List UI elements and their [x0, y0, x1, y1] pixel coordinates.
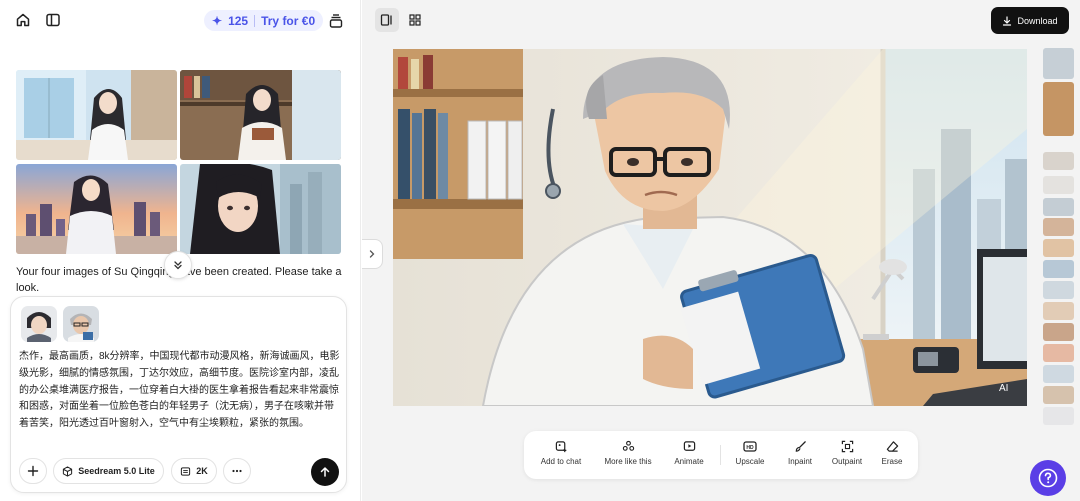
- help-button[interactable]: [1030, 460, 1066, 496]
- scroll-down-button[interactable]: [164, 251, 192, 279]
- generated-image-1[interactable]: [16, 70, 177, 160]
- history-thumb-11[interactable]: [1043, 323, 1074, 341]
- home-icon[interactable]: [11, 8, 35, 32]
- history-thumb-5[interactable]: [1043, 198, 1074, 216]
- try-for-free-link[interactable]: Try for €0: [261, 14, 315, 28]
- cube-icon: [63, 465, 73, 477]
- history-thumb-15[interactable]: [1043, 407, 1074, 425]
- more-like-this-button[interactable]: More like this: [598, 439, 658, 473]
- grid-view-icon: [409, 14, 421, 26]
- plus-icon: [27, 465, 39, 477]
- more-horizontal-icon: [232, 469, 242, 473]
- add-to-chat-button[interactable]: Add to chat: [536, 439, 586, 473]
- model-select-label: Seedream 5.0 Lite: [78, 466, 155, 476]
- credits-divider: [254, 14, 256, 27]
- history-thumb-2[interactable]: [1043, 82, 1074, 136]
- eraser-icon: [885, 439, 899, 453]
- expand-icon: [840, 439, 854, 453]
- image-actions-toolbar: Add to chat More like this Animate HD Up…: [524, 431, 918, 479]
- svg-text:HD: HD: [746, 445, 754, 451]
- history-thumb-6[interactable]: [1043, 218, 1074, 236]
- history-thumb-3[interactable]: [1043, 152, 1074, 170]
- upscale-label: Upscale: [735, 457, 765, 466]
- chat-header: ✦ 125 Try for €0: [0, 0, 361, 42]
- download-button[interactable]: Download: [991, 7, 1069, 34]
- question-icon: [1038, 468, 1058, 488]
- add-to-chat-label: Add to chat: [540, 457, 582, 466]
- ai-watermark: AI: [999, 383, 1008, 394]
- outpaint-button[interactable]: Outpaint: [826, 439, 868, 473]
- generated-image-2[interactable]: [180, 70, 341, 160]
- credits-count: 125: [228, 13, 249, 28]
- chevrons-down-icon: [174, 261, 182, 270]
- resolution-icon: [181, 466, 191, 476]
- image-viewer: Download AI Add to chat More like this A…: [362, 0, 1080, 501]
- animate-label: Animate: [674, 457, 704, 466]
- inpaint-button[interactable]: Inpaint: [780, 439, 820, 473]
- history-thumb-4[interactable]: [1043, 176, 1074, 194]
- sparkle-icon: [621, 439, 635, 453]
- grid-view-toggle[interactable]: [403, 8, 427, 32]
- prompt-text[interactable]: 杰作，最高画质，8k分辨率，中国现代都市动漫风格，新海诚画风，电影级光影，细腻的…: [19, 349, 341, 433]
- reference-image-2[interactable]: [63, 306, 99, 342]
- history-thumb-10[interactable]: [1043, 302, 1074, 320]
- add-attachment-button[interactable]: [19, 458, 47, 484]
- chat-panel: ✦ 125 Try for €0 Your four images of Su …: [0, 0, 361, 501]
- send-button[interactable]: [311, 458, 339, 486]
- resolution-select[interactable]: 2K: [171, 458, 217, 484]
- prompt-composer: 杰作，最高画质，8k分辨率，中国现代都市动漫风格，新海诚画风，电影级光影，细腻的…: [10, 296, 347, 493]
- play-icon: [682, 439, 696, 453]
- chevron-right-icon: [369, 250, 375, 258]
- reference-image-1[interactable]: [21, 306, 57, 342]
- outpaint-label: Outpaint: [831, 457, 863, 466]
- toolbar-divider: [720, 445, 721, 465]
- history-thumb-7[interactable]: [1043, 239, 1074, 257]
- more-like-this-label: More like this: [604, 457, 652, 466]
- sidebar-toggle-icon[interactable]: [41, 8, 65, 32]
- animate-button[interactable]: Animate: [668, 439, 710, 473]
- resolution-select-label: 2K: [196, 466, 208, 476]
- credits-badge[interactable]: ✦ 125 Try for €0: [204, 10, 324, 31]
- hd-icon: HD: [743, 439, 757, 453]
- expand-panel-button[interactable]: [362, 239, 383, 269]
- single-view-toggle[interactable]: [375, 8, 399, 32]
- brush-icon: [793, 439, 807, 453]
- generated-image-3[interactable]: [16, 164, 177, 254]
- history-thumb-14[interactable]: [1043, 386, 1074, 404]
- erase-label: Erase: [881, 457, 903, 466]
- model-select[interactable]: Seedream 5.0 Lite: [53, 458, 164, 484]
- image-history-strip: [1043, 48, 1074, 428]
- inpaint-label: Inpaint: [787, 457, 813, 466]
- more-options-button[interactable]: [223, 458, 251, 484]
- history-thumb-12[interactable]: [1043, 344, 1074, 362]
- history-thumb-9[interactable]: [1043, 281, 1074, 299]
- sparkle-icon: ✦: [212, 13, 223, 28]
- history-thumb-8[interactable]: [1043, 260, 1074, 278]
- arrow-up-icon: [320, 467, 330, 477]
- generated-images-grid: [16, 70, 341, 254]
- history-thumb-13[interactable]: [1043, 365, 1074, 383]
- download-icon: [1003, 15, 1012, 26]
- main-generated-image[interactable]: AI: [393, 49, 1027, 406]
- history-thumb-1[interactable]: [1043, 48, 1074, 79]
- add-image-icon: [554, 439, 568, 453]
- single-view-icon: [380, 14, 392, 26]
- upscale-button[interactable]: HD Upscale: [730, 439, 770, 473]
- erase-button[interactable]: Erase: [874, 439, 910, 473]
- download-label: Download: [1017, 15, 1058, 26]
- history-stack-icon[interactable]: [324, 9, 348, 33]
- generated-image-4[interactable]: [180, 164, 341, 254]
